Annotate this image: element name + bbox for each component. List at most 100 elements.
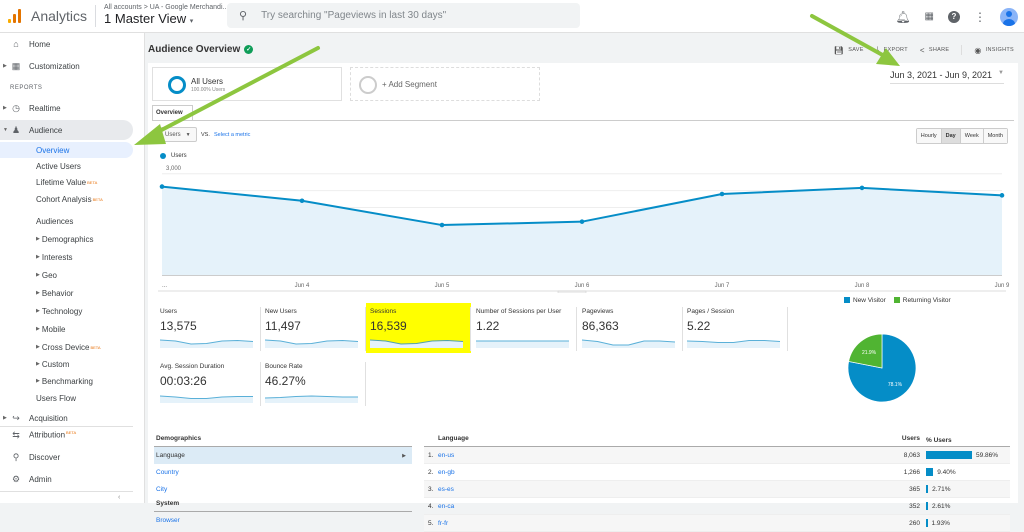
language-link[interactable]: en-ca bbox=[438, 503, 878, 510]
data-point[interactable] bbox=[579, 219, 585, 224]
x-tick-label: Jun 4 bbox=[295, 283, 310, 289]
sidebar-subitem[interactable]: ▶ Custom bbox=[36, 356, 69, 372]
language-link[interactable]: en-us bbox=[438, 452, 878, 459]
scorecard-title: Avg. Session Duration bbox=[160, 363, 225, 370]
sidebar-item-audience[interactable]: ▼ ♟ Audience bbox=[0, 120, 133, 140]
chart-resize-handle[interactable] bbox=[557, 290, 587, 293]
divider bbox=[470, 307, 471, 351]
metric-select[interactable]: Users ▼ bbox=[160, 127, 197, 142]
language-link[interactable]: en-gb bbox=[438, 469, 878, 476]
granularity-hourly[interactable]: Hourly bbox=[916, 129, 942, 143]
app-name: Analytics bbox=[31, 8, 88, 24]
sidebar-subitem[interactable]: ▶ Interests bbox=[36, 249, 73, 265]
sidebar-subitem[interactable]: Users Flow bbox=[36, 390, 76, 406]
vs-label: VS. bbox=[201, 132, 210, 138]
chevron-right-icon: ▶ bbox=[402, 452, 406, 459]
sidebar-item-customization[interactable]: ▶ ▦ Customization bbox=[0, 56, 133, 76]
sidebar-item-admin[interactable]: ⚙ Admin bbox=[0, 469, 133, 489]
system-item[interactable]: Browser bbox=[154, 512, 412, 529]
demographics-item[interactable]: Language ▶ bbox=[154, 447, 412, 464]
apps-grid-icon[interactable]: ▦ bbox=[925, 11, 934, 22]
search-input[interactable]: ⚲ Try searching "Pageviews in last 30 da… bbox=[227, 3, 580, 28]
data-point[interactable] bbox=[159, 184, 165, 189]
sidebar-subitem[interactable]: ▶ Behavior bbox=[36, 285, 73, 301]
system-header: System bbox=[154, 500, 412, 512]
scorecard[interactable]: Pageviews 86,363 bbox=[578, 303, 683, 353]
granularity-day[interactable]: Day bbox=[941, 129, 961, 143]
language-link[interactable]: es-es bbox=[438, 486, 878, 493]
sidebar-subitem[interactable]: Cohort Analysis BETA bbox=[36, 191, 103, 207]
users-value: 260 bbox=[909, 519, 920, 527]
sidebar-subitem[interactable]: ▶ Technology bbox=[36, 303, 82, 319]
scorecard[interactable]: New Users 11,497 bbox=[261, 303, 366, 353]
sidebar-item-attribution[interactable]: ⇆ AttributionBETA bbox=[0, 425, 133, 445]
sidebar-subitem[interactable]: ▶ Demographics bbox=[36, 231, 93, 247]
segment-name: All Users bbox=[191, 77, 224, 86]
bell-icon[interactable]: 🔔︎ bbox=[895, 10, 910, 24]
person-icon: ♟ bbox=[11, 124, 21, 135]
more-vert-icon[interactable]: ⋮ bbox=[974, 10, 986, 24]
help-icon[interactable]: ? bbox=[948, 10, 960, 23]
add-segment-button[interactable]: + Add Segment bbox=[350, 67, 540, 101]
sidebar-item-home[interactable]: ⌂ Home bbox=[0, 34, 133, 54]
x-tick-label: ... bbox=[162, 283, 167, 289]
account-selector[interactable]: All accounts > UA - Google Merchandi... … bbox=[104, 4, 228, 29]
pct-bar bbox=[926, 519, 928, 527]
sidebar-subitem[interactable]: ▶ Cross Device BETA bbox=[36, 339, 101, 355]
table-row: 3. es-es 365 2.71% bbox=[424, 481, 1010, 498]
data-point[interactable] bbox=[719, 191, 725, 197]
sidebar-subitem[interactable]: Audiences bbox=[36, 213, 73, 229]
scorecard[interactable]: Bounce Rate 46.27% bbox=[261, 358, 366, 408]
sidebar-subitem[interactable]: ▶ Geo bbox=[36, 267, 57, 283]
users-line-chart: 1,0002,0003,000...Jun 4Jun 5Jun 6Jun 7Ju… bbox=[158, 166, 1010, 293]
share-button[interactable]: < SHARE bbox=[920, 46, 949, 55]
scorecard[interactable]: Avg. Session Duration 00:03:26 bbox=[156, 358, 261, 408]
data-point[interactable] bbox=[299, 198, 305, 204]
data-point[interactable] bbox=[859, 185, 865, 191]
sidebar-subitem[interactable]: Overview bbox=[0, 142, 133, 158]
data-point[interactable] bbox=[999, 193, 1005, 198]
expand-arrow-icon: ▶ bbox=[36, 378, 40, 384]
insights-button[interactable]: ◉ INSIGHTS bbox=[974, 46, 1014, 55]
scorecard[interactable]: Number of Sessions per User 1.22 bbox=[472, 303, 577, 353]
language-link[interactable]: fr-fr bbox=[438, 520, 878, 527]
pct-bar bbox=[926, 451, 972, 459]
column-users: Users bbox=[901, 435, 920, 442]
save-button[interactable]: 💾︎ SAVE bbox=[834, 46, 864, 55]
analytics-logo-icon[interactable] bbox=[8, 9, 22, 23]
pct-value: 1.93% bbox=[931, 519, 950, 527]
segment-all-users[interactable]: All Users 100.00% Users bbox=[152, 67, 342, 101]
select-metric-link[interactable]: Select a metric bbox=[214, 132, 250, 138]
demographics-item[interactable]: City bbox=[154, 481, 412, 498]
sidebar-item-realtime[interactable]: ▶ ◷ Realtime bbox=[0, 98, 133, 118]
save-icon: 💾︎ bbox=[833, 45, 845, 55]
demographics-nav: Demographics Language ▶ Country City System… bbox=[154, 435, 412, 529]
empty-segment-icon bbox=[359, 76, 377, 94]
export-button[interactable]: ⤓ EXPORT bbox=[876, 45, 908, 55]
tab-overview[interactable]: Overview bbox=[152, 105, 193, 121]
demographics-item[interactable]: Country bbox=[154, 464, 412, 481]
scorecard[interactable]: Sessions 16,539 bbox=[366, 303, 471, 353]
sidebar-subitem[interactable]: Active Users bbox=[36, 158, 81, 174]
sidebar-subitem[interactable]: Lifetime Value BETA bbox=[36, 174, 97, 190]
chevron-down-icon: ▾ bbox=[189, 17, 194, 25]
data-point[interactable] bbox=[439, 222, 445, 228]
column-pct-users: % Users bbox=[926, 437, 952, 444]
reports-header: REPORTS bbox=[10, 85, 43, 91]
users-value: 352 bbox=[909, 502, 920, 510]
date-range-picker[interactable]: Jun 3, 2021 - Jun 9, 2021 ▼ bbox=[889, 70, 1004, 84]
collapse-sidebar-icon[interactable]: ‹ bbox=[118, 494, 120, 501]
granularity-month[interactable]: Month bbox=[983, 129, 1007, 143]
sidebar-subitem[interactable]: ▶ Mobile bbox=[36, 321, 65, 337]
sidebar-subitem[interactable]: ▶ Benchmarking bbox=[36, 373, 93, 389]
pct-value: 9.40% bbox=[937, 468, 956, 476]
scorecard[interactable]: Users 13,575 bbox=[156, 303, 261, 353]
table-header: Language Users % Users bbox=[424, 435, 1010, 447]
view-name[interactable]: 1 Master View ▾ bbox=[104, 11, 228, 29]
insights-icon: ◉ bbox=[974, 45, 982, 55]
sidebar-item-discover[interactable]: ⚲ Discover bbox=[0, 447, 133, 467]
scorecard[interactable]: Pages / Session 5.22 bbox=[683, 303, 788, 353]
avatar[interactable] bbox=[1000, 7, 1018, 26]
sparkline bbox=[265, 339, 358, 348]
granularity-week[interactable]: Week bbox=[960, 129, 984, 143]
